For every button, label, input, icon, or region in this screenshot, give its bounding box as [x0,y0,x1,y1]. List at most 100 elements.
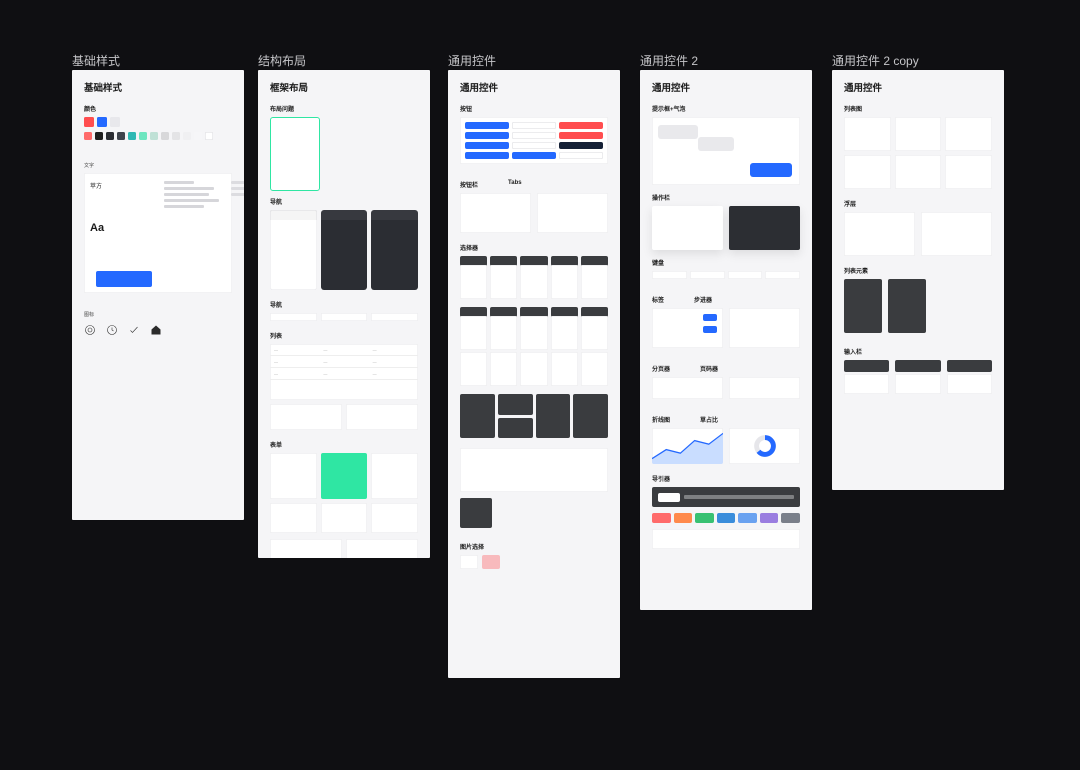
picker-body[interactable] [460,316,487,350]
artboard-layout[interactable]: 框架布局 布局问题 导航 导航 列表 ——— ——— ——— 表单 [258,70,430,558]
picker-body[interactable] [460,352,487,386]
segment-chip[interactable] [695,513,714,523]
artboard-components-2-copy[interactable]: 通用控件 列表图 浮层 列表元素 输入栏 [832,70,1004,490]
action-sheet-dark[interactable] [729,206,800,250]
list-card[interactable] [346,404,418,430]
float-card[interactable] [844,212,915,256]
form-card[interactable] [270,453,317,499]
form-card[interactable] [270,503,317,533]
segment-chip[interactable] [717,513,736,523]
form-card[interactable] [371,503,418,533]
segment-chip[interactable] [760,513,779,523]
image-thumb-selected[interactable] [482,555,500,569]
float-card[interactable] [921,212,992,256]
segment-chip[interactable] [738,513,757,523]
color-swatch[interactable] [117,132,125,140]
panel-card[interactable] [945,117,992,151]
segment-chip[interactable] [652,513,671,523]
picker-body[interactable] [551,265,578,299]
picker-body[interactable] [520,265,547,299]
input-variant-body[interactable] [947,374,992,394]
picker-dark[interactable] [498,418,533,439]
pager-sample[interactable] [652,377,723,399]
panel-card[interactable] [844,155,891,189]
form-card-accent[interactable] [321,453,368,499]
list-el-dark[interactable] [844,279,882,333]
picker-body[interactable] [520,352,547,386]
action-sheet-light[interactable] [652,206,723,250]
picker-dark[interactable] [536,394,571,438]
color-swatch[interactable] [95,132,103,140]
panel-card[interactable] [895,117,942,151]
input-variant[interactable] [895,360,940,372]
segment-chip[interactable] [781,513,800,523]
stepper-sample[interactable] [729,308,800,348]
keypad-cell[interactable] [765,271,800,279]
form-row[interactable] [270,539,342,558]
color-swatch[interactable] [172,132,180,140]
artboard-components[interactable]: 通用控件 按钮 按钮栏 Tabs [448,70,620,678]
picker-body[interactable] [581,316,608,350]
button-ghost[interactable] [512,122,556,129]
button-primary[interactable] [512,152,556,159]
artboard-components-2[interactable]: 通用控件 提示框+气泡 操作栏 键盘 标签 步进器 [640,70,812,610]
tab-variant[interactable] [321,313,368,321]
picker-dark[interactable] [460,394,495,438]
board-3-title[interactable]: 通用控件 [448,52,496,69]
color-swatch[interactable] [110,117,120,127]
board-2-title[interactable]: 结构布局 [258,52,306,69]
color-swatch[interactable] [150,132,158,140]
pagination-sample[interactable] [729,377,800,399]
button-primary[interactable] [465,122,509,129]
panel-card[interactable] [844,117,891,151]
form-card[interactable] [321,503,368,533]
color-swatch[interactable] [194,132,202,140]
button-primary[interactable] [465,152,509,159]
navbar-light[interactable] [270,210,317,290]
color-swatch[interactable] [106,132,114,140]
typography-card[interactable]: 苹方 Aa [84,173,232,293]
keypad-cell[interactable] [690,271,725,279]
picker-body[interactable] [520,316,547,350]
tabs-sample[interactable] [537,193,608,233]
input-variant-body[interactable] [844,374,889,394]
frame-wire-phone[interactable] [270,117,320,191]
picker-sheet[interactable] [460,448,608,492]
board-5-title[interactable]: 通用控件 2 copy [832,52,919,69]
picker-dark[interactable] [573,394,608,438]
button-primary[interactable] [465,142,509,149]
button-dark[interactable] [559,142,603,149]
button-ghost[interactable] [512,142,556,149]
picker-body[interactable] [551,352,578,386]
panel-card[interactable] [895,155,942,189]
picker-body[interactable] [581,265,608,299]
board-4-title[interactable]: 通用控件 2 [640,52,698,69]
color-swatch[interactable] [139,132,147,140]
color-swatch[interactable] [97,117,107,127]
input-variant-body[interactable] [895,374,940,394]
tabbar-sample[interactable] [460,193,531,233]
picker-body[interactable] [490,316,517,350]
button-ghost[interactable] [512,132,556,139]
list-el-dark[interactable] [888,279,926,333]
board-1-title[interactable]: 基础样式 [72,52,120,69]
input-variant[interactable] [947,360,992,372]
input-variant[interactable] [844,360,889,372]
picker-body[interactable] [551,316,578,350]
picker-body[interactable] [460,265,487,299]
picker-mini[interactable] [460,498,492,528]
color-swatch[interactable] [128,132,136,140]
form-row[interactable] [346,539,418,558]
artboard-base-styles[interactable]: 基础样式 颜色 文字 苹方 Aa 图标 [72,70,244,520]
picker-dark[interactable] [498,394,533,415]
color-swatch[interactable] [161,132,169,140]
button-primary[interactable] [465,132,509,139]
form-card[interactable] [371,453,418,499]
figma-canvas[interactable]: { "boards": { "b1": { "title": "基础样式", "… [0,0,1080,770]
keypad-cell[interactable] [652,271,687,279]
dock-pill[interactable] [658,493,680,502]
color-swatch[interactable] [183,132,191,140]
button-ghost[interactable] [559,152,603,159]
picker-body[interactable] [490,352,517,386]
navbar-dark[interactable] [321,210,368,290]
